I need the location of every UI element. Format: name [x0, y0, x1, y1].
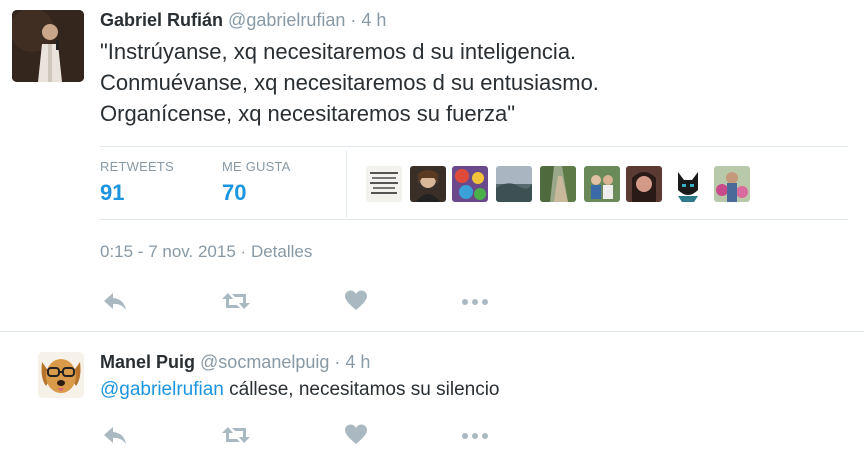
retweets-stat[interactable]: RETWEETS 91 [100, 159, 174, 206]
reply-time[interactable]: 4 h [345, 352, 370, 372]
more-button[interactable] [460, 423, 490, 447]
liker-avatar[interactable] [714, 166, 750, 202]
reply-author-name[interactable]: Manel Puig [100, 352, 195, 372]
retweet-icon [222, 427, 250, 443]
mention-link[interactable]: @gabrielrufian [100, 379, 224, 400]
like-button[interactable] [344, 289, 374, 313]
liker-avatar[interactable] [366, 166, 402, 202]
liker-avatar[interactable] [496, 166, 532, 202]
tweet-header: Gabriel Rufián @gabrielrufian · 4 h [100, 10, 386, 31]
tweet-timestamp: 0:15 - 7 nov. 2015 · Detalles [100, 242, 312, 262]
tweet-actions [100, 289, 500, 313]
retweets-count: 91 [100, 180, 125, 205]
likes-count: 70 [222, 180, 247, 205]
reply-body: cállese, necesitamos su silencio [223, 379, 500, 400]
heart-icon [345, 424, 367, 444]
main-tweet: Gabriel Rufián @gabrielrufian · 4 h "Ins… [0, 0, 864, 332]
separator-dot: · [350, 10, 357, 30]
liker-avatar[interactable] [540, 166, 576, 202]
likes-label: ME GUSTA [222, 159, 291, 174]
author-name[interactable]: Gabriel Rufián [100, 10, 223, 30]
reply-actions [100, 423, 500, 447]
liker-avatar[interactable] [670, 166, 706, 202]
reply-icon [104, 427, 126, 444]
retweet-button[interactable] [220, 423, 250, 447]
liker-avatar[interactable] [410, 166, 446, 202]
liker-avatar[interactable] [626, 166, 662, 202]
retweets-label: RETWEETS [100, 159, 174, 174]
separator-dot: · [334, 352, 341, 372]
reply-author-avatar[interactable] [38, 352, 84, 398]
like-button[interactable] [344, 423, 374, 447]
more-button[interactable] [460, 289, 490, 313]
reply-text: @gabrielrufian cállese, necesitamos su s… [100, 379, 500, 401]
liker-avatar[interactable] [452, 166, 488, 202]
reply-icon [104, 293, 126, 310]
likes-stat[interactable]: ME GUSTA 70 [222, 159, 291, 206]
tweet-text-line: "Instrúyanse, xq necesitaremos d su inte… [100, 39, 577, 64]
author-handle[interactable]: @gabrielrufian [228, 10, 345, 30]
reply-author-handle[interactable]: @socmanelpuig [200, 352, 329, 372]
reply-header: Manel Puig @socmanelpuig · 4 h [100, 352, 370, 373]
retweet-button[interactable] [220, 289, 250, 313]
details-link[interactable]: Detalles [251, 242, 312, 261]
tweet-text-line: Conmuévanse, xq necesitaremos d su entus… [100, 70, 599, 95]
retweet-icon [222, 293, 250, 309]
timestamp-text[interactable]: 0:15 - 7 nov. 2015 [100, 242, 236, 261]
tweet-time[interactable]: 4 h [361, 10, 386, 30]
reply-button[interactable] [102, 289, 132, 313]
more-dots-icon [462, 299, 488, 305]
liker-avatar[interactable] [584, 166, 620, 202]
tweet-text-line: Organícense, xq necesitaremos su fuerza" [100, 101, 516, 126]
reply-button[interactable] [102, 423, 132, 447]
stats-divider [346, 151, 347, 217]
more-dots-icon [462, 433, 488, 439]
separator-dot: · [240, 242, 247, 261]
author-avatar[interactable] [12, 10, 84, 82]
tweet-text: "Instrúyanse, xq necesitaremos d su inte… [100, 36, 840, 129]
heart-icon [345, 290, 367, 310]
tweet-stats: RETWEETS 91 ME GUSTA 70 [100, 146, 848, 220]
